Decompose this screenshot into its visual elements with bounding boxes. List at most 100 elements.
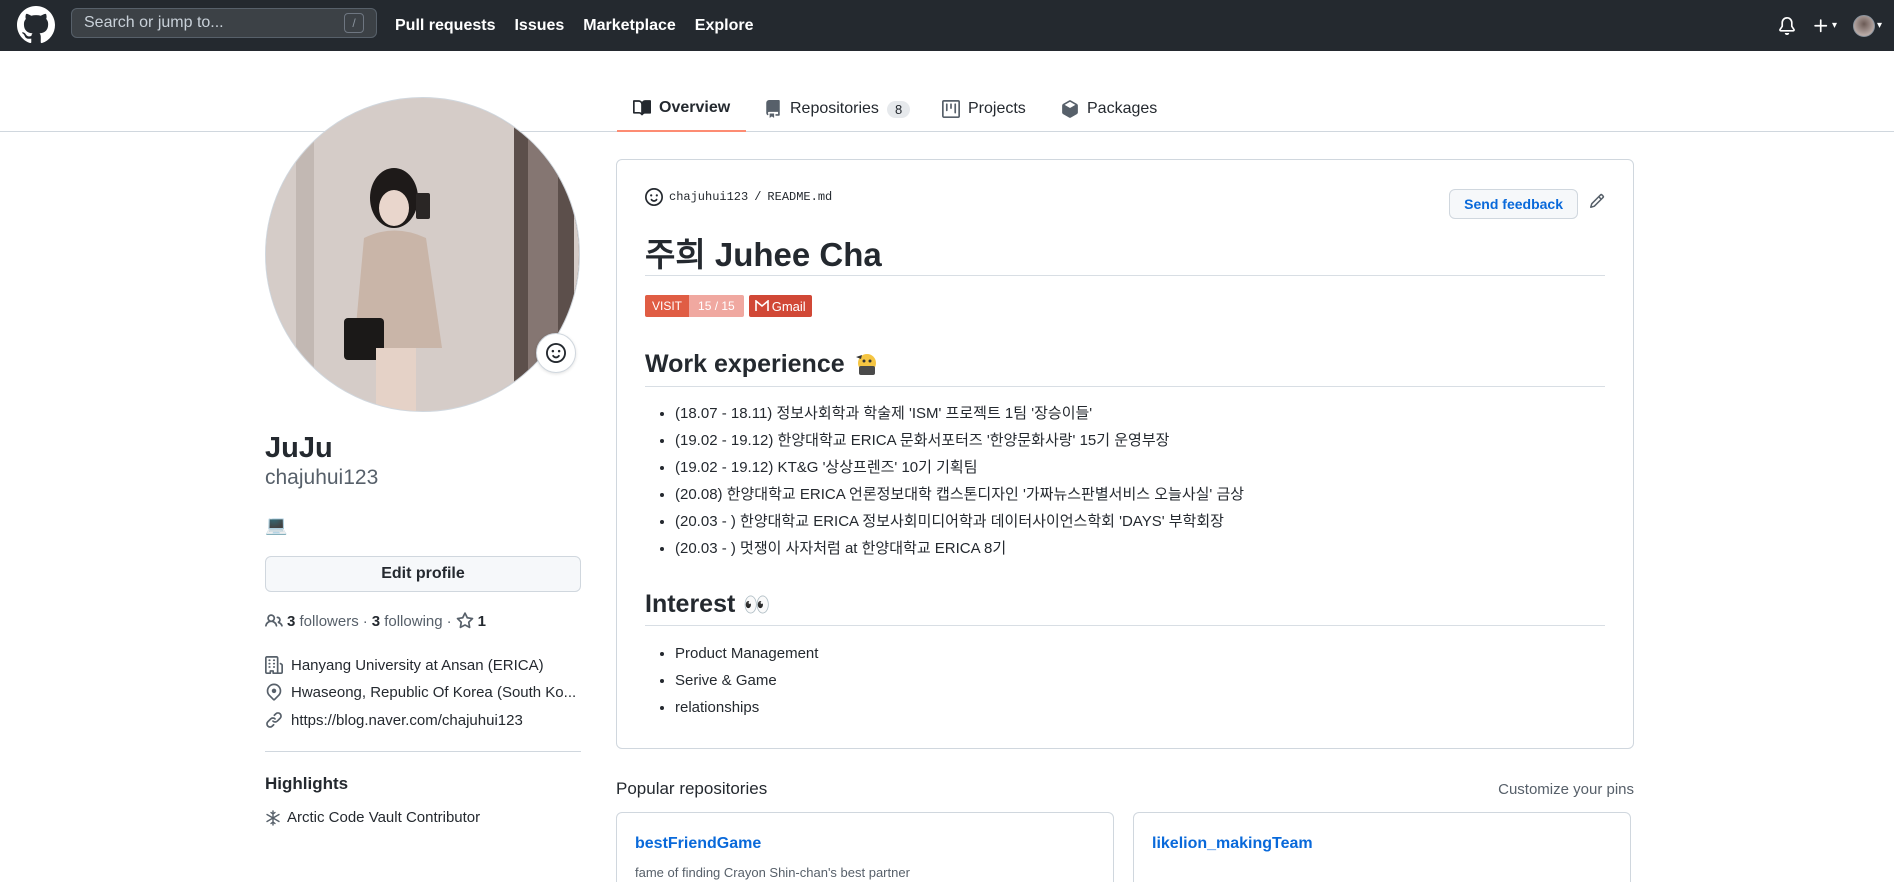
profile-location: Hwaseong, Republic Of Korea (South Ko... bbox=[265, 683, 581, 701]
interest-list: Product Management Serive & Game relatio… bbox=[675, 640, 818, 721]
highlight-text: Arctic Code Vault Contributor bbox=[287, 809, 481, 826]
readme-file-link[interactable]: README.md bbox=[767, 190, 832, 204]
badge-row: VISIT 15 / 15 Gmail bbox=[645, 295, 812, 317]
profile-avatar[interactable] bbox=[265, 97, 580, 412]
caret-down-icon: ▾ bbox=[1831, 20, 1837, 31]
edit-profile-button[interactable]: Edit profile bbox=[265, 556, 581, 592]
list-item: Product Management bbox=[675, 640, 818, 667]
nav-marketplace[interactable]: Marketplace bbox=[583, 17, 676, 35]
global-nav: Pull requests Issues Marketplace Explore bbox=[395, 0, 753, 51]
search-input[interactable]: Search or jump to... / bbox=[71, 8, 377, 38]
avatar-photo bbox=[266, 98, 579, 411]
work-list: (18.07 - 18.11) 정보사회학과 학술제 'ISM' 프로젝트 1팀… bbox=[675, 400, 1244, 562]
work-emoji-icon bbox=[855, 353, 876, 375]
sidebar-divider bbox=[265, 751, 581, 752]
nav-pull-requests[interactable]: Pull requests bbox=[395, 17, 495, 35]
tab-overview[interactable]: Overview bbox=[617, 86, 747, 132]
repo-link[interactable]: bestFriendGame bbox=[635, 835, 761, 853]
link-icon bbox=[266, 712, 282, 728]
plus-icon bbox=[1814, 18, 1828, 32]
profile-login: chajuhui123 bbox=[265, 466, 379, 489]
profile-tabs: Overview Repositories 8 Projects Package… bbox=[0, 86, 1894, 132]
pencil-icon[interactable] bbox=[1589, 193, 1605, 209]
website-text: https://blog.naver.com/chajuhui123 bbox=[291, 711, 523, 729]
bell-icon[interactable] bbox=[1778, 16, 1796, 35]
book-icon bbox=[633, 100, 651, 116]
header-actions: ▾ ▾ bbox=[1778, 0, 1882, 51]
create-new-button[interactable]: ▾ bbox=[1812, 17, 1837, 35]
repo-link[interactable]: likelion_makingTeam bbox=[1152, 835, 1313, 853]
profile-organization: Hanyang University at Ansan (ERICA) bbox=[265, 656, 581, 674]
readme-title: 주희 Juhee Cha bbox=[645, 236, 882, 273]
followers-link[interactable]: 3 followers bbox=[287, 613, 359, 630]
tab-projects[interactable]: Projects bbox=[926, 86, 1042, 132]
list-item: (18.07 - 18.11) 정보사회학과 학술제 'ISM' 프로젝트 1팀… bbox=[675, 400, 1244, 427]
profile-website[interactable]: https://blog.naver.com/chajuhui123 bbox=[265, 711, 581, 729]
star-icon bbox=[456, 612, 473, 629]
location-text: Hwaseong, Republic Of Korea (South Ko... bbox=[291, 683, 577, 701]
tab-repositories[interactable]: Repositories 8 bbox=[748, 86, 926, 132]
repo-icon bbox=[766, 100, 780, 118]
eyes-emoji: 👀 bbox=[743, 591, 771, 617]
set-status-button[interactable] bbox=[536, 333, 576, 373]
profile-status-emoji: 💻 bbox=[265, 515, 288, 535]
snowflake-icon bbox=[266, 809, 280, 826]
list-item: (19.02 - 19.12) 한양대학교 ERICA 문화서포터즈 '한양문화… bbox=[675, 427, 1244, 454]
tab-label: Repositories bbox=[790, 100, 879, 117]
organization-icon bbox=[265, 656, 283, 674]
nav-issues[interactable]: Issues bbox=[514, 17, 564, 35]
follow-stats: 3 followers · 3 following · 1 bbox=[265, 612, 486, 630]
list-item: Serive & Game bbox=[675, 667, 818, 694]
path-separator: / bbox=[754, 190, 762, 204]
repo-card: bestFriendGame fame of finding Crayon Sh… bbox=[616, 812, 1114, 882]
list-item: (19.02 - 19.12) KT&G '상상프렌즈' 10기 기획팀 bbox=[675, 454, 1244, 481]
repo-description: fame of finding Crayon Shin-chan's best … bbox=[635, 865, 910, 880]
package-icon bbox=[1062, 100, 1078, 118]
caret-down-icon: ▾ bbox=[1876, 20, 1882, 31]
list-item: (20.08) 한양대학교 ERICA 언론정보대학 캡스톤디자인 '가짜뉴스판… bbox=[675, 481, 1244, 508]
work-experience-heading: Work experience bbox=[645, 350, 881, 379]
search-placeholder: Search or jump to... bbox=[84, 14, 224, 31]
repo-count-badge: 8 bbox=[886, 100, 911, 118]
user-menu-button[interactable]: ▾ bbox=[1852, 14, 1882, 37]
send-feedback-button[interactable]: Send feedback bbox=[1449, 189, 1578, 219]
tab-label: Packages bbox=[1087, 100, 1158, 117]
dot-separator: · bbox=[446, 612, 452, 630]
readme-owner-link[interactable]: chajuhui123 bbox=[669, 190, 748, 204]
tab-label: Overview bbox=[659, 99, 731, 116]
tab-packages[interactable]: Packages bbox=[1045, 86, 1173, 132]
search-shortcut-key: / bbox=[344, 13, 364, 33]
highlight-item[interactable]: Arctic Code Vault Contributor bbox=[265, 809, 480, 826]
user-avatar bbox=[1852, 14, 1875, 37]
list-item: (20.03 - ) 멋쟁이 사자처럼 at 한양대학교 ERICA 8기 bbox=[675, 535, 1244, 562]
title-rule bbox=[645, 275, 1605, 276]
work-rule bbox=[645, 386, 1605, 387]
stars-link[interactable]: 1 bbox=[456, 612, 486, 630]
dot-separator: · bbox=[362, 612, 368, 630]
customize-pins-link[interactable]: Customize your pins bbox=[1498, 781, 1634, 798]
gmail-badge[interactable]: Gmail bbox=[748, 295, 812, 317]
following-link[interactable]: 3 following bbox=[372, 613, 443, 630]
github-logo-icon[interactable] bbox=[17, 6, 55, 44]
interest-rule bbox=[645, 625, 1605, 626]
profile-name: JuJu bbox=[265, 432, 333, 464]
nav-explore[interactable]: Explore bbox=[695, 17, 754, 35]
smiley-icon bbox=[645, 188, 663, 206]
organization-text: Hanyang University at Ansan (ERICA) bbox=[291, 656, 544, 674]
readme-path: chajuhui123 / README.md bbox=[645, 188, 832, 206]
gmail-icon bbox=[754, 300, 769, 311]
project-icon bbox=[942, 100, 960, 118]
interest-heading: Interest 👀 bbox=[645, 590, 771, 618]
list-item: (20.03 - ) 한양대학교 ERICA 정보사회미디어학과 데이터사이언스… bbox=[675, 508, 1244, 535]
popular-repos-title: Popular repositories bbox=[616, 779, 768, 798]
visit-badge: VISIT 15 / 15 bbox=[645, 295, 744, 317]
highlights-title: Highlights bbox=[265, 774, 349, 793]
smiley-status-icon bbox=[546, 343, 566, 363]
tab-label: Projects bbox=[968, 100, 1026, 117]
repo-card: likelion_makingTeam bbox=[1133, 812, 1631, 882]
location-icon bbox=[266, 683, 282, 701]
people-icon bbox=[265, 614, 283, 627]
list-item: relationships bbox=[675, 694, 818, 721]
global-header: Search or jump to... / Pull requests Iss… bbox=[0, 0, 1894, 51]
readme-card: chajuhui123 / README.md Send feedback 주희… bbox=[616, 159, 1634, 749]
